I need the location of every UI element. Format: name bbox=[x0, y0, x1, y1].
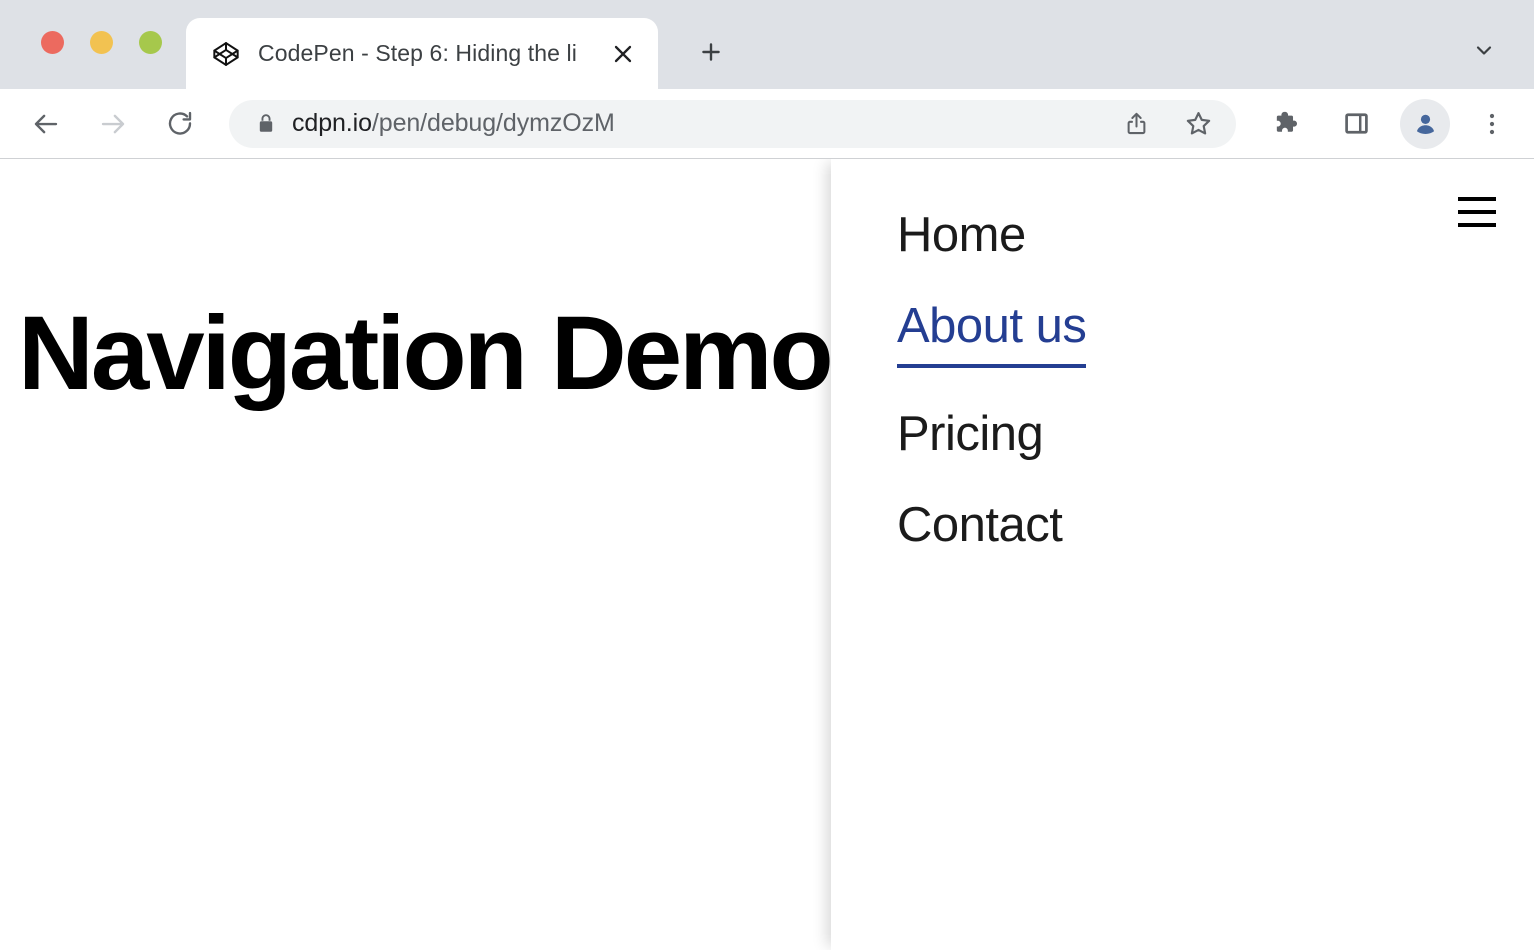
url-host: cdpn.io bbox=[292, 109, 372, 137]
hamburger-menu-icon[interactable] bbox=[1458, 197, 1496, 227]
codepen-icon bbox=[212, 40, 240, 68]
tab-title: CodePen - Step 6: Hiding the li bbox=[258, 40, 658, 67]
forward-arrow-icon bbox=[89, 100, 137, 148]
hamburger-bar-1 bbox=[1458, 197, 1496, 201]
url-text: cdpn.io/pen/debug/dymzOzM bbox=[292, 109, 1112, 138]
profile-avatar-icon[interactable] bbox=[1400, 99, 1450, 149]
list-item: About us bbox=[897, 302, 1086, 368]
close-icon[interactable] bbox=[610, 41, 636, 67]
puzzle-icon[interactable] bbox=[1262, 100, 1310, 148]
omnibox-actions bbox=[1112, 100, 1222, 148]
back-arrow-icon[interactable] bbox=[22, 100, 70, 148]
chevron-down-icon[interactable] bbox=[1460, 33, 1508, 67]
hamburger-bar-3 bbox=[1458, 223, 1496, 227]
tabs-container: CodePen - Step 6: Hiding the li bbox=[186, 18, 658, 89]
side-panel-icon[interactable] bbox=[1332, 100, 1380, 148]
window-controls bbox=[41, 31, 162, 54]
page-title: Navigation Demo bbox=[18, 301, 831, 406]
nav-link-home[interactable]: Home bbox=[897, 211, 1026, 260]
address-bar[interactable]: cdpn.io/pen/debug/dymzOzM bbox=[229, 100, 1236, 148]
hamburger-bar-2 bbox=[1458, 210, 1496, 214]
browser-window: CodePen - Step 6: Hiding the li bbox=[0, 0, 1534, 950]
list-item: Home bbox=[897, 211, 1086, 260]
browser-tab-active[interactable]: CodePen - Step 6: Hiding the li bbox=[186, 18, 658, 89]
nav-list: Home About us Pricing Contact bbox=[897, 211, 1086, 550]
nav-link-pricing[interactable]: Pricing bbox=[897, 410, 1043, 459]
page-viewport: Navigation Demo Home About us Pricing Co… bbox=[0, 159, 1534, 950]
navigation-panel: Home About us Pricing Contact bbox=[831, 159, 1534, 950]
window-zoom-button[interactable] bbox=[139, 31, 162, 54]
lock-icon bbox=[256, 112, 276, 136]
three-dot-menu-icon[interactable] bbox=[1468, 100, 1516, 148]
list-item: Pricing bbox=[897, 410, 1086, 459]
url-path: /pen/debug/dymzOzM bbox=[372, 109, 615, 137]
browser-toolbar: cdpn.io/pen/debug/dymzOzM bbox=[0, 89, 1534, 159]
nav-link-about-us[interactable]: About us bbox=[897, 302, 1086, 368]
window-close-button[interactable] bbox=[41, 31, 64, 54]
nav-link-contact[interactable]: Contact bbox=[897, 501, 1062, 550]
tab-strip: CodePen - Step 6: Hiding the li bbox=[0, 0, 1534, 89]
reload-icon[interactable] bbox=[156, 100, 204, 148]
share-icon[interactable] bbox=[1112, 100, 1160, 148]
star-icon[interactable] bbox=[1174, 100, 1222, 148]
window-minimize-button[interactable] bbox=[90, 31, 113, 54]
new-tab-button[interactable] bbox=[683, 27, 739, 77]
list-item: Contact bbox=[897, 501, 1086, 550]
